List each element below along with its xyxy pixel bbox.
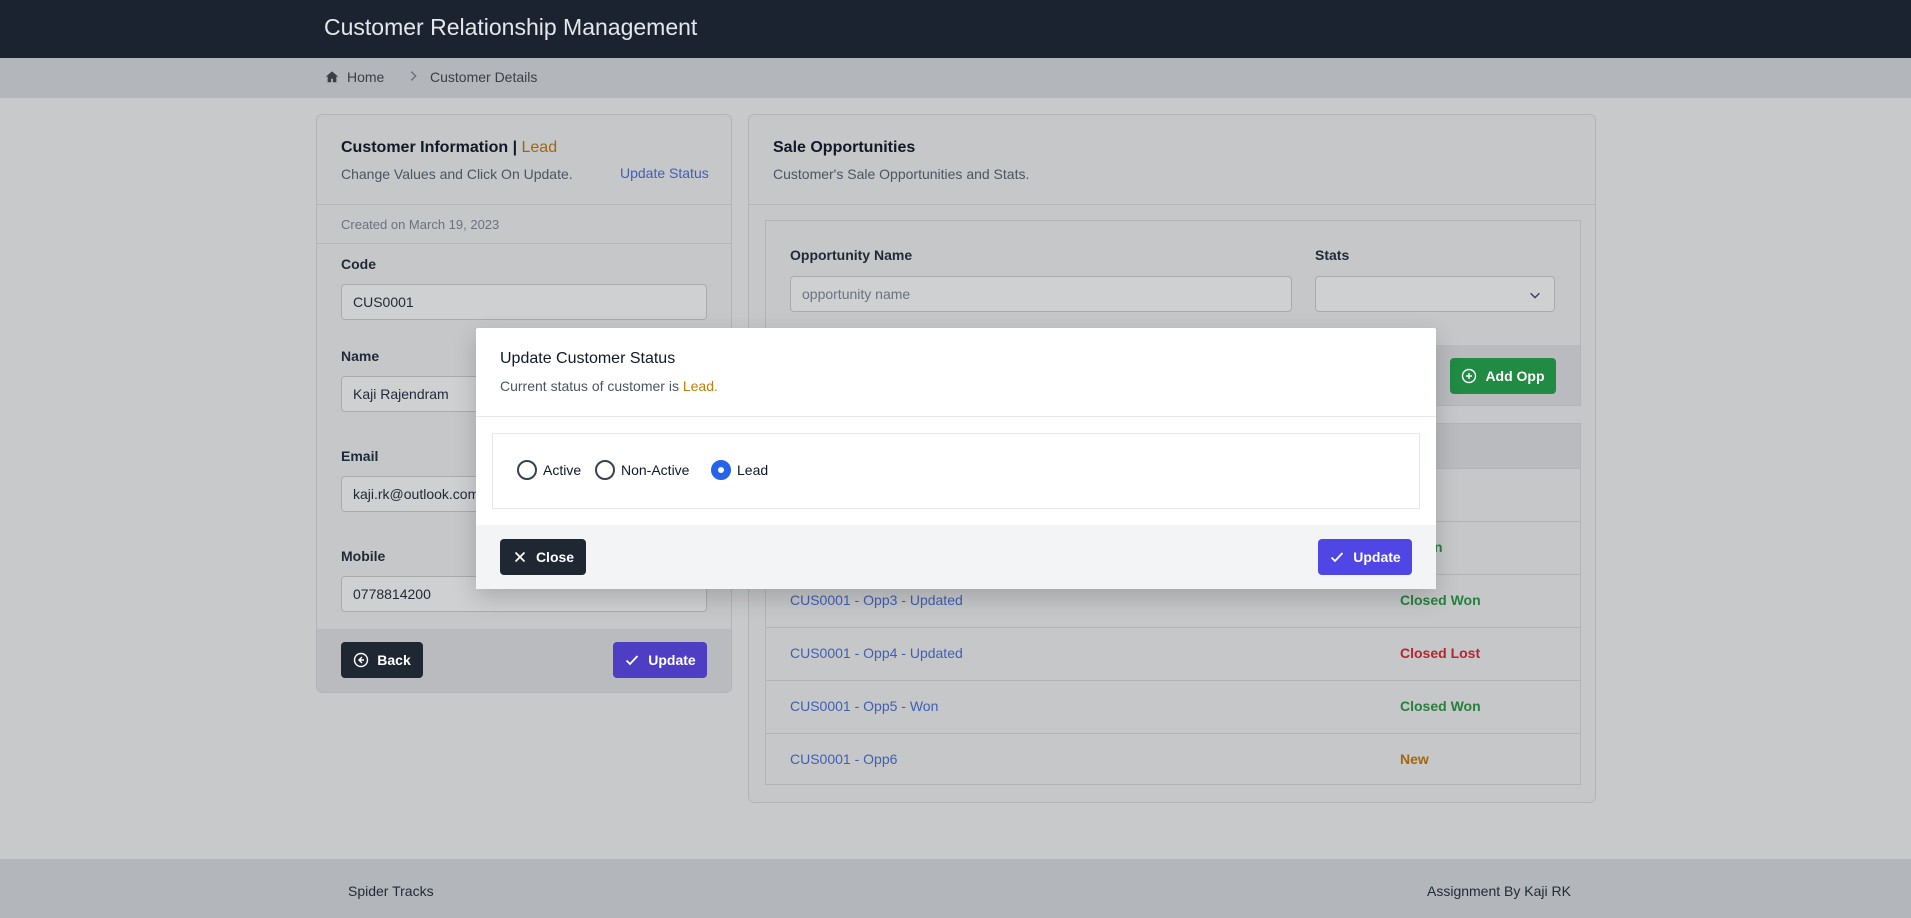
add-opportunity-button[interactable]: Add Opp	[1450, 358, 1556, 394]
update-status-button[interactable]: Update	[1318, 539, 1412, 575]
breadcrumb-separator	[406, 69, 420, 83]
opportunity-status: Closed Won	[1400, 592, 1481, 608]
customer-info-title-text: Customer Information |	[341, 139, 518, 156]
back-button[interactable]: Back	[341, 642, 423, 678]
page-footer: Spider Tracks Assignment By Kaji RK	[0, 859, 1911, 918]
status-radio-group: Active Non-Active Lead	[492, 433, 1420, 509]
plus-circle-icon	[1462, 368, 1477, 384]
modal-subtitle: Current status of customer is Lead.	[500, 378, 718, 394]
check-icon	[1331, 552, 1344, 563]
radio-active[interactable]: Active	[517, 460, 581, 480]
modal-title: Update Customer Status	[500, 350, 676, 367]
sale-opportunities-subtitle: Customer's Sale Opportunities and Stats.	[773, 166, 1030, 182]
home-icon	[325, 71, 339, 83]
modal-subtitle-text: Current status of customer is	[500, 378, 679, 394]
divider	[317, 204, 731, 205]
radio-lead-label: Lead	[737, 462, 769, 478]
update-customer-button[interactable]: Update	[613, 642, 707, 678]
stats-select[interactable]	[1315, 276, 1555, 312]
table-row[interactable]: CUS0001 - Opp5 - Won Closed Won	[766, 680, 1580, 733]
table-row[interactable]: CUS0001 - Opp6 New	[766, 733, 1580, 786]
customer-info-title: Customer Information | Lead	[341, 139, 557, 157]
opportunity-name[interactable]: CUS0001 - Opp3 - Updated	[790, 592, 963, 608]
breadcrumb-current: Customer Details	[430, 69, 538, 85]
radio-active-control[interactable]	[517, 460, 537, 480]
email-label: Email	[341, 448, 379, 464]
table-row[interactable]: CUS0001 - Opp4 - Updated Closed Lost	[766, 627, 1580, 680]
footer-left-text: Spider Tracks	[348, 883, 434, 899]
arrow-left-circle-icon	[354, 652, 369, 668]
modal-current-status: Lead.	[682, 378, 718, 394]
update-customer-button-label: Update	[648, 652, 696, 668]
created-date: Created on March 19, 2023	[341, 217, 500, 232]
add-opportunity-label: Add Opp	[1485, 368, 1545, 384]
update-status-button-label: Update	[1353, 549, 1401, 565]
breadcrumb: Home Customer Details	[0, 58, 1911, 98]
chevron-right-icon	[410, 71, 417, 81]
app-title: Customer Relationship Management	[324, 14, 698, 40]
breadcrumb-home-label: Home	[347, 69, 385, 85]
close-icon	[514, 551, 526, 563]
opportunity-name[interactable]: CUS0001 - Opp4 - Updated	[790, 645, 963, 661]
check-icon	[626, 655, 639, 666]
divider	[476, 416, 1436, 417]
back-button-label: Back	[377, 652, 411, 668]
radio-non-active[interactable]: Non-Active	[595, 460, 689, 480]
mobile-label: Mobile	[341, 548, 386, 564]
stats-label: Stats	[1315, 247, 1350, 263]
customer-status-badge: Lead	[521, 139, 558, 156]
customer-info-subtitle: Change Values and Click On Update.	[341, 166, 573, 182]
modal-footer: Close Update	[476, 525, 1436, 589]
close-button[interactable]: Close	[500, 539, 586, 575]
code-field[interactable]: CUS0001	[341, 284, 707, 320]
radio-non-active-control[interactable]	[595, 460, 615, 480]
name-label: Name	[341, 348, 380, 364]
divider	[317, 243, 731, 244]
top-navbar: Customer Relationship Management	[0, 0, 1911, 58]
opportunity-status: New	[1400, 751, 1429, 767]
opportunity-status: Closed Lost	[1400, 645, 1481, 661]
chevron-down-icon	[1530, 292, 1540, 299]
radio-active-label: Active	[543, 462, 582, 478]
update-status-link[interactable]: Update Status	[620, 165, 709, 181]
divider	[749, 204, 1595, 205]
update-status-modal: Update Customer Status Current status of…	[476, 328, 1436, 589]
opportunity-status: Closed Won	[1400, 698, 1481, 714]
code-label: Code	[341, 256, 376, 272]
radio-lead[interactable]: Lead	[711, 460, 768, 480]
radio-non-active-label: Non-Active	[621, 462, 690, 478]
radio-lead-control[interactable]	[711, 460, 731, 480]
opportunity-name-input[interactable]: opportunity name	[790, 276, 1292, 312]
opportunity-name-label: Opportunity Name	[790, 247, 913, 263]
breadcrumb-home[interactable]: Home	[325, 69, 384, 85]
opportunity-name[interactable]: CUS0001 - Opp6	[790, 751, 897, 767]
sale-opportunities-title: Sale Opportunities	[773, 139, 916, 156]
opportunity-name[interactable]: CUS0001 - Opp5 - Won	[790, 698, 938, 714]
footer-right-text: Assignment By Kaji RK	[1427, 883, 1571, 899]
close-button-label: Close	[535, 549, 575, 565]
